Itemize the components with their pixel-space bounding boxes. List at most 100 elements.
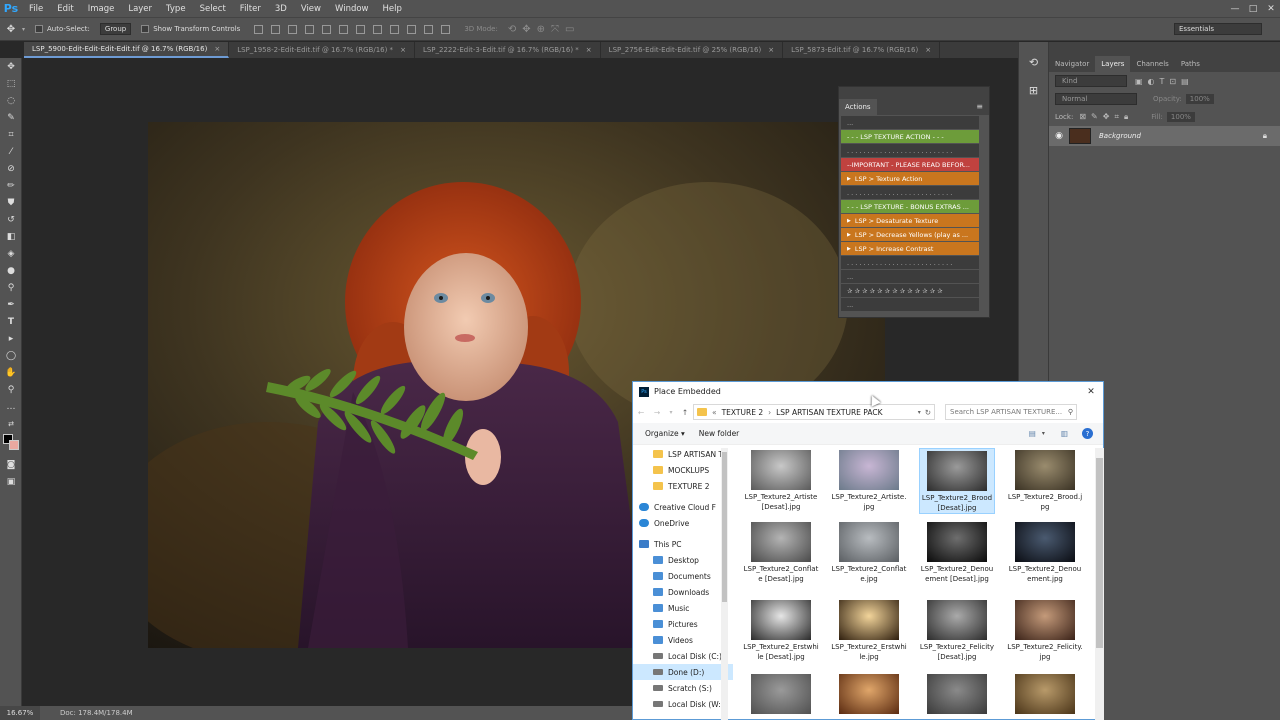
menu-layer[interactable]: Layer — [121, 4, 159, 14]
nav-item[interactable]: Scratch (S:) — [633, 680, 733, 696]
action-row[interactable]: ▶ LSP > Desaturate Texture — [841, 214, 979, 227]
file-item[interactable] — [919, 672, 995, 716]
close-tab-icon[interactable]: × — [925, 46, 931, 54]
nav-item[interactable]: Local Disk (C:) — [633, 648, 733, 664]
refresh-icon[interactable]: ↻ — [925, 408, 931, 417]
panel-menu-icon[interactable]: ≡ — [970, 98, 989, 115]
paint-bucket-tool-icon[interactable]: ◈ — [0, 245, 22, 262]
nav-item[interactable]: MOCKLUPS — [633, 462, 733, 478]
eye-icon[interactable]: ◉ — [1049, 131, 1069, 141]
more-tools-icon[interactable]: … — [0, 398, 22, 415]
path-select-tool-icon[interactable]: ▸ — [0, 330, 22, 347]
action-row[interactable]: ... — [841, 270, 979, 283]
menu-image[interactable]: Image — [81, 4, 122, 14]
history-icon[interactable]: ⟲ — [1019, 56, 1048, 74]
nav-item[interactable]: Pictures — [633, 616, 733, 632]
panel-tab-layers[interactable]: Layers — [1095, 56, 1131, 72]
align-hcenter-icon[interactable] — [322, 24, 332, 34]
file-item[interactable]: LSP_Texture2_Conflate.jpg — [831, 520, 907, 584]
align-bottom-icon[interactable] — [288, 24, 298, 34]
file-item[interactable] — [831, 672, 907, 716]
file-item[interactable]: LSP_Texture2_Conflate [Desat].jpg — [743, 520, 819, 584]
action-row[interactable]: ▶ LSP > Texture Action — [841, 172, 979, 185]
recent-dropdown-icon[interactable]: ▾ — [665, 409, 677, 416]
workspace-select[interactable]: Essentials — [1174, 23, 1262, 35]
nav-item[interactable]: OneDrive — [633, 515, 733, 531]
help-button[interactable]: ? — [1082, 428, 1093, 439]
hand-tool-icon[interactable]: ✋ — [0, 364, 22, 381]
forward-arrow-icon[interactable]: → — [649, 408, 665, 417]
minimize-button[interactable]: — — [1226, 4, 1244, 14]
nav-item[interactable]: Downloads — [633, 584, 733, 600]
blend-mode-select[interactable]: Normal — [1055, 93, 1137, 105]
layer-row-background[interactable]: ◉ Background 🔒︎ — [1049, 126, 1280, 146]
menu-help[interactable]: Help — [376, 4, 409, 14]
file-item[interactable] — [743, 672, 819, 716]
screen-mode-icon[interactable]: ▣ — [0, 473, 22, 490]
address-dropdown-icon[interactable]: ▾ — [918, 409, 921, 416]
up-arrow-icon[interactable]: ↑ — [677, 408, 693, 417]
background-color-swatch[interactable] — [9, 440, 19, 450]
organize-button[interactable]: Organize ▾ — [645, 429, 685, 438]
action-row[interactable]: ✰ ✰ ✰ ✰ ✰ ✰ ✰ ✰ ✰ ✰ ✰ ✰ ✰ — [841, 284, 979, 297]
dialog-close-button[interactable]: ✕ — [1079, 387, 1103, 397]
panel-tab-navigator[interactable]: Navigator — [1049, 56, 1095, 72]
file-item[interactable]: LSP_Texture2_Erstwhile.jpg — [831, 598, 907, 662]
file-item[interactable] — [1007, 672, 1083, 716]
ellipse-tool-icon[interactable]: ◯ — [0, 347, 22, 364]
nav-item[interactable]: This PC — [633, 536, 733, 552]
expand-triangle-icon[interactable]: ▶ — [847, 232, 851, 238]
maximize-button[interactable]: □ — [1244, 4, 1262, 14]
search-box[interactable]: Search LSP ARTISAN TEXTURE... ⚲ — [945, 404, 1077, 420]
action-row[interactable]: - - - LSP TEXTURE ACTION - - - — [841, 130, 979, 143]
action-row[interactable]: . . . . . . . . . . . . . . . . . . . . … — [841, 144, 979, 157]
opacity-input[interactable]: 100% — [1185, 94, 1214, 104]
action-row[interactable]: --IMPORTANT - PLEASE READ BEFOR... — [841, 158, 979, 171]
lasso-tool-icon[interactable]: ◌ — [0, 92, 22, 109]
distribute-vcenter-icon[interactable] — [373, 24, 383, 34]
path-overflow[interactable]: « — [712, 408, 717, 417]
close-tab-icon[interactable]: × — [214, 45, 220, 53]
fill-input[interactable]: 100% — [1166, 112, 1195, 122]
action-row[interactable]: - - - LSP TEXTURE - BONUS EXTRAS ... — [841, 200, 979, 213]
nav-item[interactable]: Local Disk (W:) — [633, 696, 733, 712]
nav-item[interactable]: Done (D:) — [633, 664, 733, 680]
dodge-tool-icon[interactable]: ⚲ — [0, 279, 22, 296]
document-tab[interactable]: LSP_5900-Edit-Edit-Edit-Edit.tif @ 16.7%… — [24, 42, 230, 58]
preview-pane-icon[interactable]: ▥ — [1061, 429, 1068, 438]
file-item[interactable]: LSP_Texture2_Denouement [Desat].jpg — [919, 520, 995, 584]
view-options-icon[interactable]: ▤ — [1029, 429, 1036, 438]
align-top-icon[interactable] — [254, 24, 264, 34]
distribute-hcenter-icon[interactable] — [424, 24, 434, 34]
file-item[interactable]: LSP_Texture2_Felicity [Desat].jpg — [919, 598, 995, 662]
nav-scrollbar[interactable] — [721, 448, 728, 720]
file-item[interactable]: LSP_Texture2_Brood.jpg — [1007, 448, 1083, 512]
file-item[interactable]: LSP_Texture2_Denouement.jpg — [1007, 520, 1083, 584]
close-tab-icon[interactable]: × — [586, 46, 592, 54]
close-button[interactable]: ✕ — [1262, 4, 1280, 14]
panel-tab-paths[interactable]: Paths — [1175, 56, 1206, 72]
3d-mode-icons[interactable]: ⟲✥⊕⤧▭ — [508, 24, 581, 35]
align-left-icon[interactable] — [305, 24, 315, 34]
pen-tool-icon[interactable]: ✒ — [0, 296, 22, 313]
panel-tab-channels[interactable]: Channels — [1130, 56, 1174, 72]
menu-3d[interactable]: 3D — [268, 4, 294, 14]
align-right-icon[interactable] — [339, 24, 349, 34]
move-tool-icon[interactable]: ✥ — [0, 24, 22, 35]
move-tool-icon[interactable]: ✥ — [0, 58, 22, 75]
back-arrow-icon[interactable]: ← — [633, 408, 649, 417]
document-tab[interactable]: LSP_2222-Edit-3-Edit.tif @ 16.7% (RGB/16… — [415, 42, 601, 58]
document-tab[interactable]: LSP_5873-Edit.tif @ 16.7% (RGB/16) × — [783, 42, 941, 58]
history-brush-tool-icon[interactable]: ↺ — [0, 211, 22, 228]
close-tab-icon[interactable]: × — [768, 46, 774, 54]
path-segment-texture2[interactable]: TEXTURE 2 — [722, 408, 764, 417]
eyedropper-tool-icon[interactable]: ⁄ — [0, 143, 22, 160]
view-dropdown-icon[interactable]: ▾ — [1042, 430, 1045, 437]
action-row[interactable]: ... — [841, 298, 979, 311]
eraser-tool-icon[interactable]: ◧ — [0, 228, 22, 245]
layer-kind-filter[interactable]: Kind — [1055, 75, 1127, 87]
nav-item[interactable]: LSP ARTISAN T — [633, 446, 733, 462]
action-row[interactable]: ▶ LSP > Decrease Yellows (play as ... — [841, 228, 979, 241]
document-tab[interactable]: LSP_1958-2-Edit-Edit.tif @ 16.7% (RGB/16… — [229, 42, 415, 58]
file-item[interactable]: LSP_Texture2_Artiste.jpg — [831, 448, 907, 512]
